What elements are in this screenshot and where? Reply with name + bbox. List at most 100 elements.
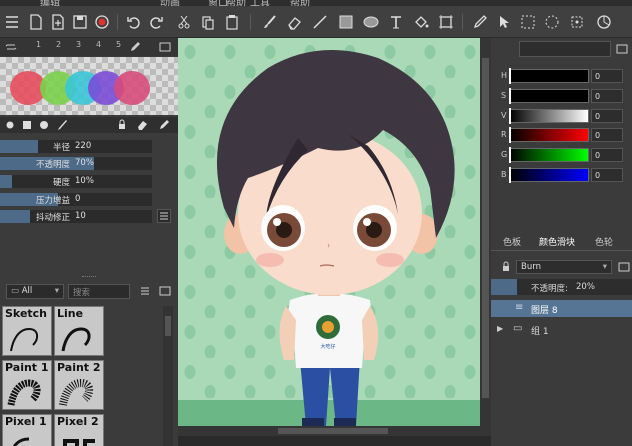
clipboard-icon[interactable] — [222, 12, 242, 32]
palette-tab[interactable]: 4 — [96, 40, 101, 49]
value-slider[interactable]: V 0 — [491, 108, 632, 124]
fill-icon[interactable] — [411, 12, 431, 32]
channel-value[interactable]: 0 — [591, 168, 623, 182]
channel-value[interactable]: 0 — [591, 148, 623, 162]
drawing-canvas[interactable]: 大吃仔 — [178, 38, 491, 436]
panel-maximize-icon[interactable] — [617, 260, 631, 274]
scrollbar-thumb[interactable] — [482, 58, 489, 398]
pencil-icon[interactable] — [55, 118, 69, 132]
panel-maximize-icon[interactable] — [158, 40, 172, 54]
rectangle-icon[interactable] — [336, 12, 356, 32]
hue-slider[interactable]: H 0 — [491, 68, 632, 84]
swatch-pink[interactable] — [114, 71, 150, 105]
channel-thumb[interactable] — [509, 108, 511, 124]
pressure-slider[interactable]: 压力增益 0 — [0, 193, 152, 206]
settings-menu-icon[interactable] — [157, 209, 171, 223]
palette-tab[interactable]: 5 — [116, 40, 121, 49]
brush-preset-pixel-1[interactable]: Pixel 1 — [2, 414, 52, 446]
radius-slider[interactable]: 半径 220 — [0, 140, 152, 153]
brush-preset-sketch[interactable]: Sketch — [2, 306, 52, 356]
blue-slider[interactable]: B 0 — [491, 167, 632, 183]
blend-mode-select[interactable]: Burn ▾ — [516, 260, 612, 274]
open-file-icon[interactable] — [48, 12, 68, 32]
brush-preset-paint-2[interactable]: Paint 2 — [54, 360, 104, 410]
list-icon[interactable] — [2, 12, 22, 32]
ellipse-icon[interactable] — [361, 12, 381, 32]
hardness-slider[interactable]: 硬度 10% — [0, 175, 152, 188]
transform-icon[interactable] — [567, 12, 587, 32]
record-icon[interactable] — [92, 12, 112, 32]
channel-thumb[interactable] — [509, 147, 511, 163]
panel-grip[interactable] — [82, 276, 96, 278]
lock-icon[interactable] — [499, 260, 513, 274]
channel-value[interactable]: 0 — [591, 128, 623, 142]
red-slider[interactable]: R 0 — [491, 127, 632, 143]
panel-maximize-icon[interactable] — [158, 284, 172, 298]
channel-value[interactable]: 0 — [591, 69, 623, 83]
opacity-slider[interactable]: 不透明度 70% — [0, 157, 152, 170]
lasso-icon[interactable] — [542, 12, 562, 32]
green-slider[interactable]: G 0 — [491, 147, 632, 163]
channel-value[interactable]: 0 — [591, 109, 623, 123]
layer-opacity-slider[interactable]: 不透明度: 20% — [491, 279, 632, 295]
palette-tab[interactable]: 2 — [56, 40, 61, 49]
channel-thumb[interactable] — [509, 88, 511, 104]
channel-thumb[interactable] — [509, 127, 511, 143]
channel-bar[interactable] — [509, 128, 589, 142]
saturation-slider[interactable]: S 0 — [491, 88, 632, 104]
gear-icon[interactable] — [3, 118, 17, 132]
eyedropper-icon[interactable] — [470, 12, 490, 32]
round-brush-icon[interactable] — [37, 118, 51, 132]
list-view-icon[interactable] — [138, 284, 152, 298]
pen-icon[interactable] — [128, 40, 142, 54]
color-wheel-icon[interactable] — [594, 12, 614, 32]
tab-color-sliders[interactable]: 颜色滑块 — [539, 235, 575, 249]
eraser-small-icon[interactable] — [135, 118, 149, 132]
frame-icon[interactable] — [436, 12, 456, 32]
channel-thumb[interactable] — [509, 167, 511, 183]
dropper-small-icon[interactable] — [157, 118, 171, 132]
cut-icon[interactable] — [174, 12, 194, 32]
save-icon[interactable] — [70, 12, 90, 32]
palette-tab[interactable]: 3 — [76, 40, 81, 49]
channel-bar[interactable] — [509, 69, 589, 83]
brush-category-select[interactable]: ▭ All ▾ — [6, 284, 64, 299]
eraser-icon[interactable] — [284, 12, 304, 32]
brush-icon[interactable] — [260, 12, 280, 32]
brush-preset-line[interactable]: Line — [54, 306, 104, 356]
brush-preset-pixel-2[interactable]: Pixel 2 — [54, 414, 104, 446]
square-brush-icon[interactable] — [20, 118, 34, 132]
channel-bar[interactable] — [509, 148, 589, 162]
text-icon[interactable] — [386, 12, 406, 32]
channel-value[interactable]: 0 — [591, 89, 623, 103]
palette-menu-icon[interactable] — [4, 40, 18, 54]
panel-maximize-icon[interactable] — [615, 42, 629, 56]
channel-bar[interactable] — [509, 109, 589, 123]
undo-icon[interactable] — [124, 12, 144, 32]
tab-swatches[interactable]: 色板 — [503, 235, 521, 249]
paste-icon[interactable] — [198, 12, 218, 32]
brush-list-scrollbar[interactable] — [163, 306, 173, 446]
brush-search-input[interactable]: 搜索 — [68, 284, 130, 299]
redo-icon[interactable] — [146, 12, 166, 32]
layer-item[interactable]: ≡ 图层 8 — [491, 300, 632, 317]
scrollbar-thumb[interactable] — [278, 428, 388, 434]
palette-tab[interactable]: 1 — [36, 40, 41, 49]
color-swatches[interactable] — [0, 57, 178, 115]
tab-color-wheel[interactable]: 色轮 — [595, 235, 613, 249]
stabilizer-slider[interactable]: 抖动修正 10 — [0, 210, 152, 223]
vertical-scrollbar[interactable] — [480, 38, 491, 436]
layer-group-item[interactable]: ▶ ▭ 组 1 — [491, 321, 632, 338]
color-preview[interactable] — [519, 41, 611, 57]
new-file-icon[interactable] — [26, 12, 46, 32]
rect-select-icon[interactable] — [518, 12, 538, 32]
channel-bar[interactable] — [509, 168, 589, 182]
line-icon[interactable] — [310, 12, 330, 32]
brush-preset-paint-1[interactable]: Paint 1 — [2, 360, 52, 410]
lock-icon[interactable] — [115, 118, 129, 132]
channel-thumb[interactable] — [509, 68, 511, 84]
chevron-right-icon[interactable]: ▶ — [497, 324, 503, 333]
horizontal-scrollbar[interactable] — [178, 426, 480, 436]
scrollbar-thumb[interactable] — [165, 316, 171, 336]
select-arrow-icon[interactable] — [494, 12, 514, 32]
